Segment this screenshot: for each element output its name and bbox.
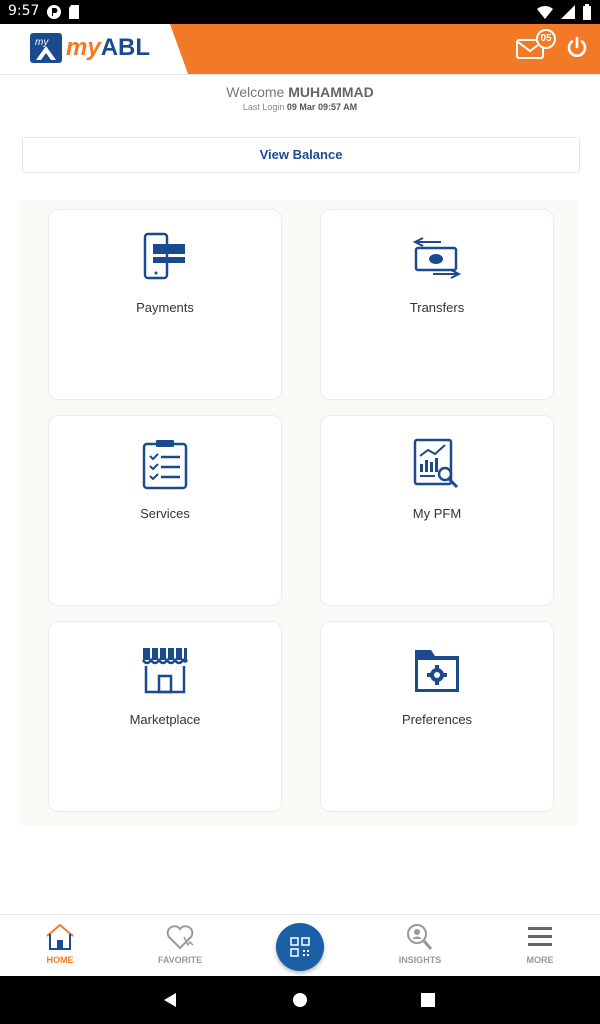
tile-label: My PFM (412, 506, 462, 521)
tile-label: Marketplace (129, 712, 201, 727)
menu-icon (528, 927, 552, 946)
signal-icon (561, 5, 575, 19)
tile-marketplace[interactable]: Marketplace (48, 621, 282, 812)
services-clipboard-icon (142, 440, 188, 490)
qr-scan-button[interactable] (276, 923, 324, 971)
marketplace-store-icon (141, 648, 189, 694)
logo-mark-icon: my (30, 33, 62, 63)
welcome-text: Welcome MUHAMMAD (0, 84, 600, 100)
recents-icon[interactable] (421, 993, 435, 1007)
last-login: Last Login 09 Mar 09:57 AM (0, 102, 600, 112)
nav-more[interactable]: MORE (480, 915, 600, 977)
notification-app-icon (47, 5, 61, 19)
system-nav-bar (0, 976, 600, 1024)
tile-services[interactable]: Services (48, 415, 282, 606)
app-header: my myABL (0, 24, 600, 75)
last-login-label: Last Login (242, 102, 285, 112)
home-icon (46, 923, 74, 950)
myabl-logo: my myABL (30, 30, 150, 66)
nav-insights[interactable]: INSIGHTS (360, 915, 480, 977)
tile-payments[interactable]: Payments (48, 209, 282, 400)
status-time: 9:57 (8, 3, 40, 19)
favorite-heart-icon (166, 925, 194, 950)
nav-home[interactable]: HOME (0, 915, 120, 977)
tile-preferences[interactable]: Preferences (320, 621, 554, 812)
pfm-chart-icon (413, 438, 459, 489)
tile-transfers[interactable]: Transfers (320, 209, 554, 400)
tile-label: Preferences (401, 712, 473, 727)
qr-code-icon (290, 937, 310, 957)
nav-label: HOME (46, 955, 74, 965)
insights-icon (407, 924, 433, 950)
svg-text:my: my (35, 37, 49, 48)
wifi-icon (537, 5, 553, 19)
payments-icon (143, 232, 185, 280)
sd-card-icon (69, 5, 79, 19)
back-icon[interactable] (162, 992, 178, 1008)
transfers-icon (412, 237, 462, 279)
nav-label: INSIGHTS (398, 955, 442, 965)
nav-label: MORE (526, 955, 554, 965)
battery-icon (583, 4, 591, 20)
welcome-greeting: Welcome (226, 84, 285, 100)
tile-label: Services (140, 506, 190, 521)
view-balance-button[interactable]: View Balance (22, 137, 580, 173)
tile-label: Payments (136, 300, 194, 315)
nav-label: FAVORITE (157, 955, 203, 965)
logo-abl-text: ABL (100, 34, 151, 61)
logo-my-text: my (66, 34, 101, 61)
tile-my-pfm[interactable]: My PFM (320, 415, 554, 606)
last-login-value: 09 Mar 09:57 AM (286, 102, 358, 112)
home-circle-icon[interactable] (292, 992, 308, 1008)
nav-favorite[interactable]: FAVORITE (120, 915, 240, 977)
power-icon[interactable] (565, 36, 589, 60)
preferences-folder-gear-icon (415, 650, 459, 692)
status-bar: 9:57 (0, 0, 600, 24)
mail-badge: 05 (536, 29, 556, 49)
user-name: MUHAMMAD (288, 84, 374, 100)
tile-label: Transfers (409, 300, 465, 315)
